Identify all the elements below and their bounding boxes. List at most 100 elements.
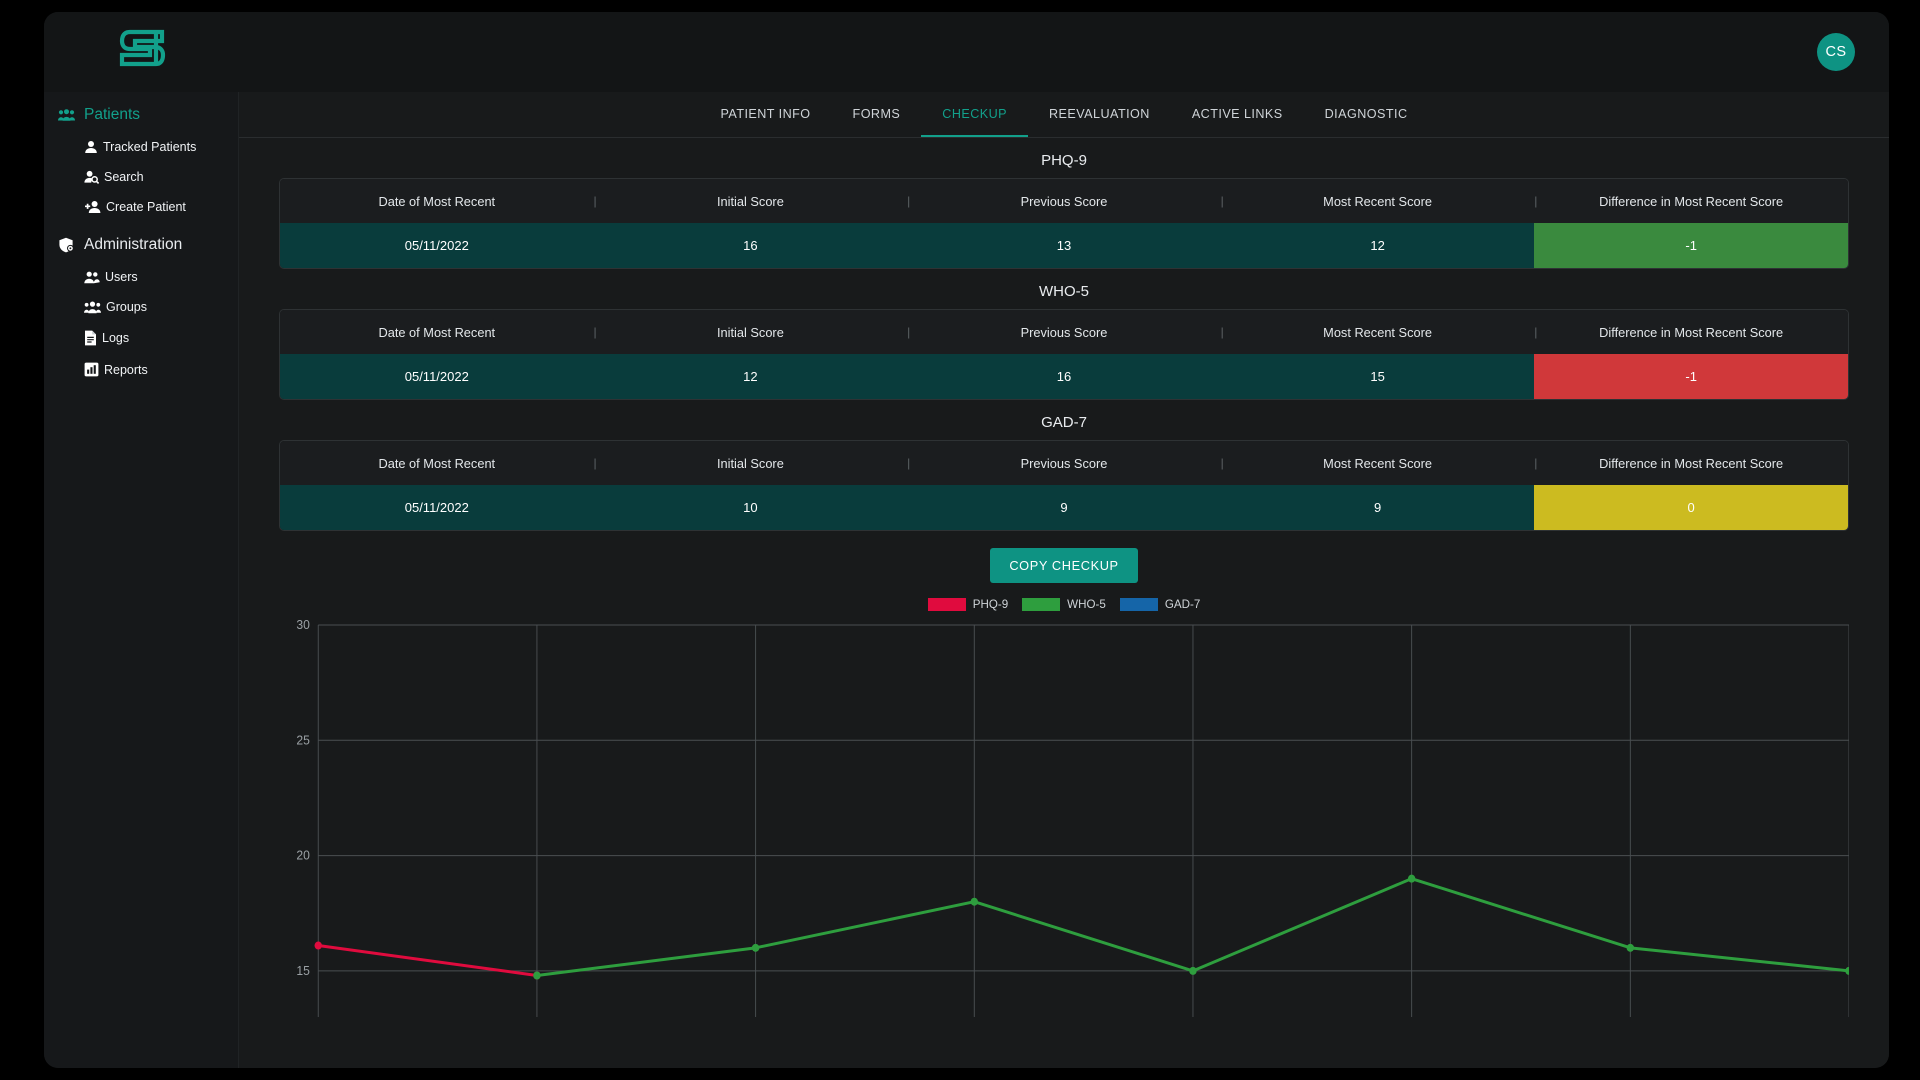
sidebar-group-label: Patients [84,106,141,123]
legend-label: WHO-5 [1067,598,1106,611]
chart-data-point[interactable] [314,941,322,950]
bar-chart-icon [84,362,99,377]
legend-label: PHQ-9 [972,598,1009,611]
copy-checkup-row: COPY CHECKUP [279,531,1849,589]
score-trend-chart: 15 20 25 30 [279,617,1849,1017]
sidebar-item-label: Logs [102,331,130,345]
table-row: 05/11/2022 16 13 12 -1 [280,223,1848,268]
phq9-table: Date of Most Recent Initial Score Previo… [279,178,1849,269]
gad7-table: Date of Most Recent Initial Score Previo… [279,440,1849,531]
groups-icon [84,301,101,314]
people-group-icon [58,108,75,122]
legend-item-who5[interactable]: WHO-5 [1022,598,1106,611]
col-recent: Most Recent Score [1221,310,1537,354]
y-axis-tick-label: 20 [296,848,310,862]
sidebar-item-label: Create Patient [106,200,186,214]
sidebar-item-label: Groups [106,300,147,314]
col-difference: Difference in Most Recent Score [1599,324,1784,340]
chart-data-point[interactable] [1626,943,1635,952]
col-recent: Most Recent Score [1221,441,1537,485]
cell-date: 05/11/2022 [404,238,469,253]
col-date: Date of Most Recent [280,441,596,485]
sidebar-item-label: Tracked Patients [103,140,197,154]
sidebar-item-groups[interactable]: Groups [44,292,238,322]
cell-date: 05/11/2022 [404,500,469,515]
checkup-panel: PHQ-9 Date of Most Recent Initial Score … [239,138,1889,1068]
tab-diagnostic[interactable]: DIAGNOSTIC [1304,92,1429,137]
table-row: 05/11/2022 10 9 9 0 [280,485,1848,530]
cell-initial: 12 [743,369,758,384]
logo-container[interactable] [44,26,239,78]
y-axis-tick-label: 30 [296,618,310,632]
chart-data-point[interactable] [1407,874,1416,883]
table-header-row: Date of Most Recent Initial Score Previo… [280,179,1848,223]
main-content: PATIENT INFO FORMS CHECKUP REEVALUATION … [239,92,1889,1068]
chart-canvas: 15 20 25 30 [296,618,1849,1017]
sidebar-group-label: Administration [84,236,183,253]
cell-previous: 13 [1056,238,1072,253]
cell-previous: 9 [1060,500,1068,515]
gad7-title: GAD-7 [1041,414,1087,431]
tab-forms[interactable]: FORMS [832,92,922,137]
table-row: 05/11/2022 12 16 15 -1 [280,354,1848,399]
cell-recent: 9 [1373,500,1382,515]
cell-date: 05/11/2022 [404,369,469,384]
sidebar-group-administration[interactable]: Administration [44,228,238,262]
col-date: Date of Most Recent [280,179,596,223]
chart-data-point[interactable] [1845,966,1849,975]
legend-swatch [1022,598,1061,611]
tab-bar: PATIENT INFO FORMS CHECKUP REEVALUATION … [239,92,1889,138]
sidebar-item-reports[interactable]: Reports [44,354,238,385]
sidebar-item-create-patient[interactable]: Create Patient [44,192,238,222]
col-date: Date of Most Recent [280,310,596,354]
chart-data-point[interactable] [533,971,541,980]
col-recent: Most Recent Score [1221,179,1537,223]
col-difference: Difference in Most Recent Score [1599,193,1784,209]
sidebar-item-search[interactable]: Search [44,162,238,192]
cell-recent: 12 [1370,238,1385,253]
y-axis-tick-label: 25 [296,733,310,747]
legend-item-phq9[interactable]: PHQ-9 [927,598,1009,611]
cell-initial: 10 [743,500,758,515]
chart-data-point[interactable] [1189,966,1197,975]
chart-legend: PHQ-9 WHO-5 GAD-7 [279,589,1849,615]
cell-previous: 16 [1056,369,1072,384]
y-axis-tick-label: 15 [296,964,310,978]
sidebar-item-users[interactable]: Users [44,262,238,292]
top-bar: CS [44,12,1889,92]
table-header-row: Date of Most Recent Initial Score Previo… [280,441,1848,485]
col-previous: Previous Score [907,441,1224,485]
users-icon [84,271,100,284]
cell-recent: 15 [1370,369,1385,384]
col-initial: Initial Score [594,441,910,485]
tab-patient-info[interactable]: PATIENT INFO [699,92,831,137]
app-body: Patients Tracked Patients Search Create … [44,92,1889,1068]
sidebar-item-tracked-patients[interactable]: Tracked Patients [44,132,238,162]
col-difference: Difference in Most Recent Score [1599,455,1784,471]
col-initial: Initial Score [594,310,910,354]
legend-swatch [927,598,966,611]
legend-swatch [1119,598,1158,611]
sidebar-group-patients[interactable]: Patients [44,98,238,132]
legend-item-gad7[interactable]: GAD-7 [1119,598,1200,611]
cell-difference: -1 [1534,223,1848,268]
tab-checkup[interactable]: CHECKUP [921,92,1029,137]
chart-data-point[interactable] [751,943,760,952]
sidebar-item-label: Users [105,270,138,284]
person-search-icon [84,170,99,184]
avatar[interactable]: CS [1817,33,1855,71]
col-initial: Initial Score [594,179,910,223]
tab-active-links[interactable]: ACTIVE LINKS [1171,92,1304,137]
sidebar-item-label: Reports [104,362,148,377]
table-header-row: Date of Most Recent Initial Score Previo… [280,310,1848,354]
sidebar: Patients Tracked Patients Search Create … [44,92,239,1068]
col-previous: Previous Score [907,179,1224,223]
chart-data-point[interactable] [970,897,979,906]
person-add-icon [84,200,101,214]
who5-title: WHO-5 [1039,283,1089,300]
tab-reevaluation[interactable]: REEVALUATION [1028,92,1171,137]
cell-difference: -1 [1534,354,1848,399]
cell-initial: 16 [743,238,758,253]
copy-checkup-button[interactable]: COPY CHECKUP [990,548,1138,583]
sidebar-item-logs[interactable]: Logs [44,322,238,354]
